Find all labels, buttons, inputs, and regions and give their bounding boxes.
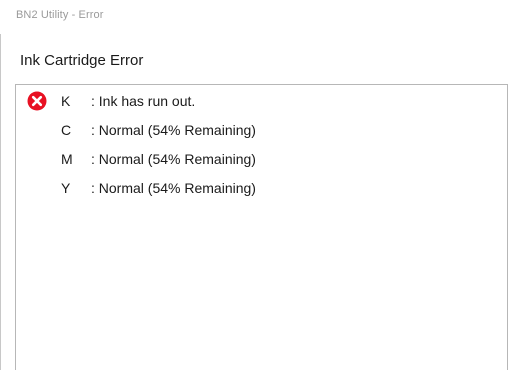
cartridge-status: : Ink has run out.: [91, 93, 196, 109]
cartridge-letter: Y: [61, 180, 71, 196]
cartridge-letter: K: [61, 93, 71, 109]
page-title: Ink Cartridge Error: [20, 52, 144, 69]
window-title: BN2 Utility - Error: [16, 9, 104, 21]
cartridge-letter: C: [61, 122, 72, 138]
error-dialog: BN2 Utility - Error Ink Cartridge Error …: [0, 0, 517, 370]
title-bar[interactable]: BN2 Utility - Error: [0, 0, 517, 34]
cartridge-status: : Normal (54% Remaining): [91, 180, 256, 196]
cartridge-status: : Normal (54% Remaining): [91, 122, 256, 138]
cartridge-status: : Normal (54% Remaining): [91, 151, 256, 167]
list-item-c: C : Normal (54% Remaining): [16, 120, 507, 142]
list-item-y: Y : Normal (54% Remaining): [16, 178, 507, 200]
cartridge-letter: M: [61, 151, 73, 167]
cartridge-status-list: K : Ink has run out. C : Normal (54% Rem…: [15, 84, 508, 370]
list-item-k: K : Ink has run out.: [16, 91, 507, 113]
window-border: [0, 0, 1, 370]
list-item-m: M : Normal (54% Remaining): [16, 149, 507, 171]
error-icon: [27, 91, 47, 111]
